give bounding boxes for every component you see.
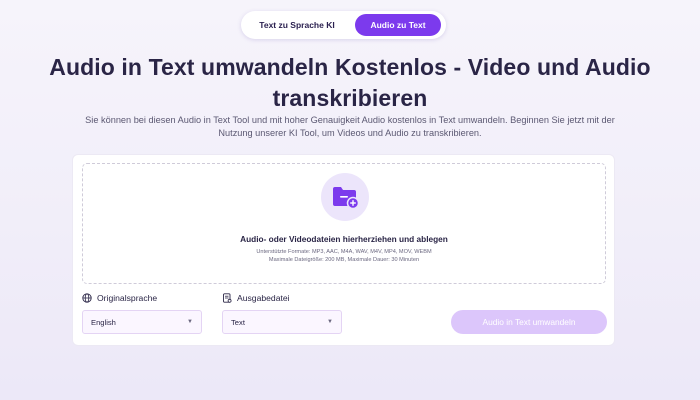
original-language-label-text: Originalsprache — [97, 293, 158, 303]
original-language-value: English — [91, 317, 116, 327]
original-language-select[interactable]: English ▼ — [82, 310, 202, 334]
original-language-label: Originalsprache — [82, 293, 157, 303]
upload-dropzone[interactable]: Audio- oder Videodateien hierherziehen u… — [82, 163, 606, 284]
dropzone-title: Audio- oder Videodateien hierherziehen u… — [240, 234, 448, 244]
output-format-select[interactable]: Text ▼ — [222, 310, 342, 334]
output-format-value: Text — [231, 317, 245, 327]
folder-plus-icon — [321, 173, 369, 221]
tab-text-to-speech[interactable]: Text zu Sprache KI — [244, 14, 350, 36]
output-file-label: Ausgabedatei — [222, 293, 290, 303]
tab-audio-to-text[interactable]: Audio zu Text — [355, 14, 441, 36]
converter-card: Audio- oder Videodateien hierherziehen u… — [72, 154, 615, 346]
document-icon — [223, 293, 232, 303]
chevron-down-icon: ▼ — [187, 319, 193, 325]
supported-formats: Unterstützte Formate: MP3, AAC, M4A, WAV… — [256, 249, 432, 255]
mode-toggle: Text zu Sprache KI Audio zu Text — [241, 11, 446, 39]
page-subtitle: Sie können bei diesen Audio in Text Tool… — [85, 115, 615, 138]
output-file-label-text: Ausgabedatei — [237, 293, 290, 303]
file-limits: Maximale Dateigröße: 200 MB, Maximale Da… — [268, 257, 420, 263]
globe-icon — [82, 293, 92, 303]
chevron-down-icon: ▼ — [327, 319, 333, 325]
page-title: Audio in Text umwandeln Kostenlos - Vide… — [49, 54, 651, 111]
convert-button[interactable]: Audio in Text umwandeln — [451, 310, 607, 334]
